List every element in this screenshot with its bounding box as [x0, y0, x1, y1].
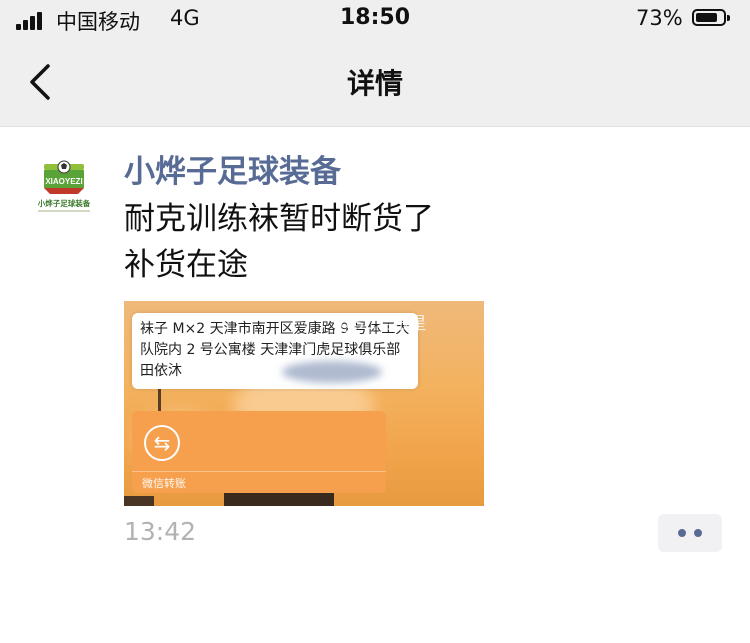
divider	[132, 471, 386, 472]
image-building	[224, 492, 334, 506]
brand-logo: XIAOYEZI 小烨子足球装备	[38, 160, 91, 212]
avatar-caption: 小烨子足球装备	[38, 198, 91, 208]
post-image[interactable]: 袜子 M×2 天津市南开区爱康路 9 号体工大队院内 2 号公寓楼 天津津门虎足…	[124, 301, 484, 506]
redaction-blur	[282, 361, 382, 383]
watermark: @SC若银星	[336, 314, 427, 334]
transfer-label: 微信转账	[142, 477, 186, 490]
battery-percent: 73%	[636, 6, 683, 30]
transfer-arrows-icon: ⇆	[144, 425, 180, 461]
nav-bar: 详情	[0, 40, 750, 127]
avatar-logo-text: XIAOYEZI	[45, 177, 82, 186]
post-time: 13:42	[124, 517, 197, 546]
status-bar: 中国移动 4G 18:50 73%	[0, 0, 750, 40]
more-button[interactable]	[658, 514, 722, 552]
page-title: 详情	[346, 67, 403, 100]
image-building	[124, 496, 154, 506]
post-text: 耐克训练袜暂时断货了 补货在途	[124, 201, 434, 283]
author-name[interactable]: 小烨子足球装备	[124, 146, 341, 191]
transfer-card: ⇆ 微信转账	[132, 411, 386, 493]
more-dots-icon	[694, 529, 702, 537]
avatar[interactable]: XIAOYEZI 小烨子足球装备	[28, 150, 100, 222]
battery-icon	[692, 9, 730, 26]
more-dots-icon	[678, 529, 686, 537]
